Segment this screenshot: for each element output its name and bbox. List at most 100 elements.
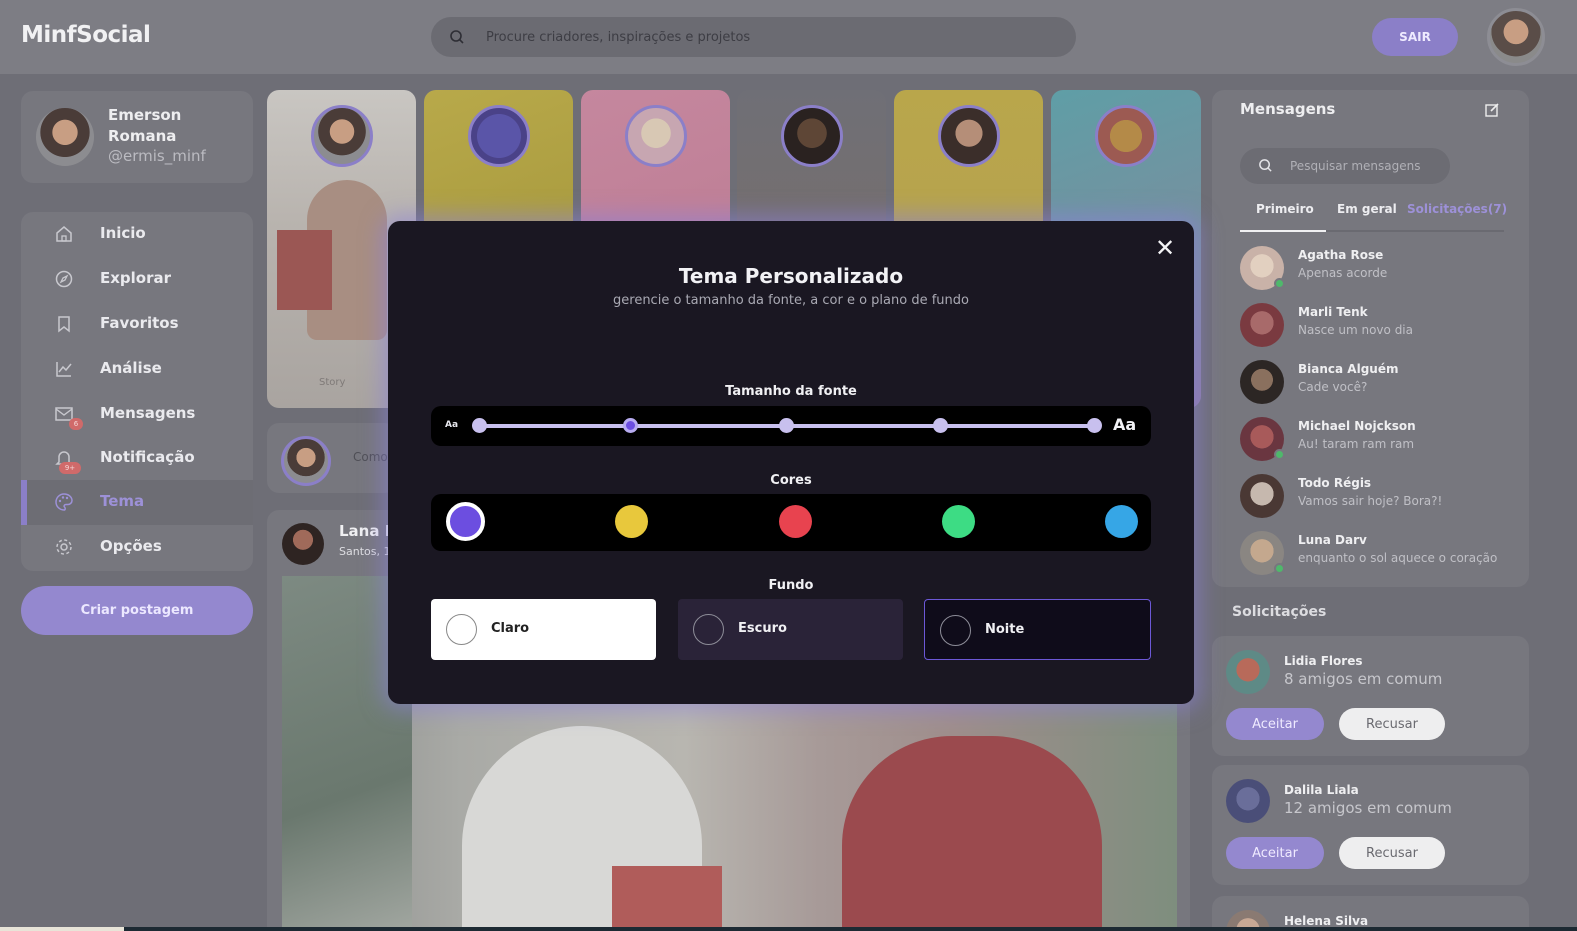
story-label: Story (319, 377, 346, 388)
sidebar-item-explorar[interactable]: Explorar (21, 257, 253, 302)
colors-label: Cores (770, 473, 812, 488)
request-avatar[interactable] (1226, 650, 1270, 694)
friend-request-card: Helena Silva (1212, 896, 1529, 931)
sidebar-item-label: Tema (100, 492, 145, 510)
compose-avatar (281, 436, 331, 486)
sidebar-item-label: Favoritos (100, 314, 179, 332)
message-preview: Apenas acorde (1298, 266, 1388, 280)
sidebar-item-label: Inicio (100, 224, 146, 242)
sidebar-item-inicio[interactable]: Inicio (21, 212, 253, 257)
font-size-large-label: Aa (1113, 415, 1137, 434)
sidebar-item-favoritos[interactable]: Favoritos (21, 302, 253, 347)
background-option-escuro[interactable]: Escuro (678, 599, 903, 660)
logout-button[interactable]: SAIR (1372, 18, 1458, 56)
font-size-slider[interactable]: Aa Aa (431, 406, 1151, 446)
story-avatar (1095, 105, 1157, 167)
story-avatar (781, 105, 843, 167)
font-size-step-2[interactable] (623, 418, 638, 433)
profile-name: Emerson Romana (108, 106, 182, 145)
color-swatch-blue[interactable] (1105, 505, 1138, 538)
message-row[interactable]: Luna Darv enquanto o sol aquece o coraçã… (1240, 531, 1520, 577)
post-author-avatar[interactable] (282, 523, 324, 565)
accept-button[interactable]: Aceitar (1226, 837, 1324, 869)
sidebar-item-mensagens[interactable]: 6 Mensagens (21, 392, 253, 437)
accept-button[interactable]: Aceitar (1226, 708, 1324, 740)
messages-tabs: Primeiro Em geral Solicitações(7) (1240, 200, 1507, 232)
tab-em-geral[interactable]: Em geral (1337, 202, 1397, 216)
message-sender: Marli Tenk (1298, 305, 1368, 319)
font-size-step-5[interactable] (1087, 418, 1102, 433)
tab-solicitacoes[interactable]: Solicitações(7) (1407, 202, 1507, 216)
request-mutual: 8 amigos em comum (1284, 670, 1443, 688)
sidebar-item-opcoes[interactable]: Opções (21, 525, 253, 570)
sidebar-item-label: Opções (100, 537, 162, 555)
create-post-button[interactable]: Criar postagem (21, 586, 253, 635)
message-sender: Agatha Rose (1298, 248, 1384, 262)
request-name[interactable]: Lidia Flores (1284, 654, 1363, 668)
background-option-claro[interactable]: Claro (431, 599, 656, 660)
search-bar[interactable] (431, 17, 1076, 57)
search-icon (1259, 159, 1272, 172)
decline-button[interactable]: Recusar (1339, 708, 1445, 740)
message-row[interactable]: Bianca Alguém Cade você? (1240, 360, 1520, 406)
tab-primeiro[interactable]: Primeiro (1240, 202, 1326, 232)
profile-card[interactable]: Emerson Romana @ermis_minf (21, 91, 253, 183)
home-icon (56, 226, 72, 242)
modal-title: Tema Personalizado (678, 264, 904, 288)
edit-icon[interactable] (1484, 102, 1500, 118)
message-avatar (1240, 474, 1284, 518)
font-size-step-4[interactable] (933, 418, 948, 433)
color-swatch-red[interactable] (779, 505, 812, 538)
messages-search[interactable] (1240, 148, 1450, 184)
notification-count-badge: 9+ (59, 462, 81, 474)
chart-icon (56, 362, 72, 377)
message-row[interactable]: Agatha Rose Apenas acorde (1240, 246, 1520, 292)
sidebar-item-label: Explorar (100, 269, 172, 287)
sidebar-item-tema[interactable]: Tema (21, 480, 253, 525)
font-size-step-1[interactable] (472, 418, 487, 433)
message-sender: Michael Nojckson (1298, 419, 1416, 433)
profile-avatar (36, 108, 94, 166)
message-preview: Vamos sair hoje? Bora?! (1298, 494, 1443, 508)
close-icon[interactable]: ✕ (1152, 235, 1178, 261)
request-name[interactable]: Helena Silva (1284, 914, 1368, 928)
message-avatar (1240, 303, 1284, 347)
palette-icon (55, 493, 73, 511)
color-swatch-yellow[interactable] (615, 505, 648, 538)
background-option-label: Claro (491, 621, 530, 636)
background-option-noite[interactable]: Noite (924, 599, 1151, 660)
user-avatar[interactable] (1487, 8, 1545, 66)
message-preview: enquanto o sol aquece o coração (1298, 551, 1498, 565)
messages-panel: Mensagens Primeiro Em geral Solicitações… (1212, 90, 1529, 587)
color-swatch-purple[interactable] (446, 502, 485, 541)
compose-box[interactable]: Como (267, 423, 397, 493)
story-avatar (625, 105, 687, 167)
radio-button[interactable] (446, 614, 477, 645)
messages-search-input[interactable] (1290, 148, 1440, 184)
story-avatar (468, 105, 530, 167)
message-row[interactable]: Todo Régis Vamos sair hoje? Bora?! (1240, 474, 1520, 520)
color-swatch-green[interactable] (942, 505, 975, 538)
message-row[interactable]: Michael Nojckson Au! taram ram ram (1240, 417, 1520, 463)
decline-button[interactable]: Recusar (1339, 837, 1445, 869)
request-avatar[interactable] (1226, 779, 1270, 823)
search-input[interactable] (486, 17, 1046, 57)
radio-button[interactable] (940, 615, 971, 646)
sidebar-item-notificacao[interactable]: 9+ Notificação (21, 436, 253, 481)
message-avatar (1240, 360, 1284, 404)
font-size-label: Tamanho da fonte (725, 384, 857, 399)
sidebar-item-label: Notificação (100, 448, 195, 466)
top-navbar: MinfSocial SAIR (0, 0, 1577, 74)
app-logo[interactable]: MinfSocial (21, 22, 151, 48)
color-picker (431, 494, 1151, 551)
message-row[interactable]: Marli Tenk Nasce um novo dia (1240, 303, 1520, 349)
message-preview: Au! taram ram ram (1298, 437, 1415, 451)
sidebar-item-analise[interactable]: Análise (21, 347, 253, 392)
request-name[interactable]: Dalila Liala (1284, 783, 1359, 797)
radio-button[interactable] (693, 614, 724, 645)
compose-placeholder[interactable]: Como (353, 450, 388, 464)
message-sender: Luna Darv (1298, 533, 1367, 547)
font-size-step-3[interactable] (779, 418, 794, 433)
message-preview: Nasce um novo dia (1298, 323, 1413, 337)
message-count-badge: 6 (69, 418, 83, 430)
